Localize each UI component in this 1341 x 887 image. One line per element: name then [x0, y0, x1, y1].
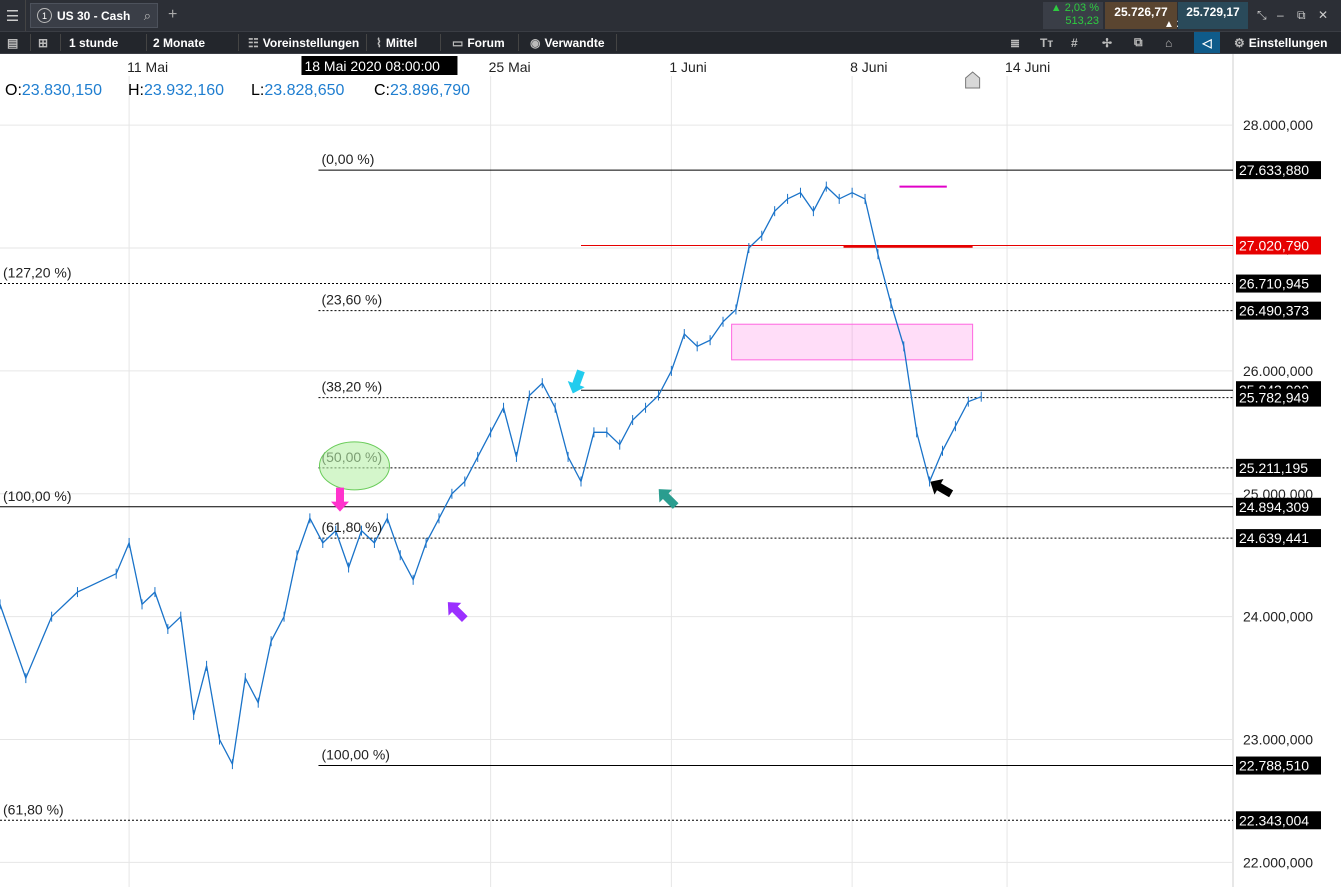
- indicator-button[interactable]: ⌇ Mittel: [376, 32, 417, 53]
- black-arrow: [930, 478, 954, 498]
- grid-icon[interactable]: #: [1071, 32, 1078, 53]
- price-level-label: 24.639,441: [1239, 530, 1309, 546]
- price-chart[interactable]: 11 Mai 25 Mai 1 Juni 8 Juni 14 Juni 22.000,00…: [0, 54, 1341, 887]
- change-absolute: 513,23: [1065, 15, 1099, 27]
- fib-label: (61,80 %): [321, 519, 382, 535]
- windows-icon[interactable]: ⧉: [1134, 32, 1143, 53]
- cyan-arrow: [567, 369, 585, 394]
- teal-arrow: [658, 489, 679, 509]
- ohlc-low: L:23.828,650: [251, 82, 345, 99]
- ohlc-open: O:23.830,150: [5, 82, 102, 99]
- chat-icon: ▭: [452, 35, 464, 50]
- search-icon[interactable]: ⌕: [144, 8, 151, 24]
- teal-arrow-shape: [658, 489, 679, 509]
- settings-button[interactable]: ⚙ Einstellungen: [1234, 32, 1327, 53]
- x-tick-label: 25 Mai: [489, 59, 531, 75]
- price-level-label: 24.894,309: [1239, 499, 1309, 515]
- y-tick-label: 26.000,000: [1243, 363, 1313, 379]
- fib-label: (127,20 %): [3, 265, 71, 281]
- ohlc-high: H:23.932,160: [128, 82, 225, 99]
- range-selector[interactable]: 2 Monate: [153, 32, 205, 53]
- magenta-arrow: [330, 487, 349, 512]
- close-icon[interactable]: ✕: [1318, 8, 1328, 22]
- chart-toolbar: ▤ ⊞ 1 stunde 2 Monate ☷ Voreinstellungen …: [0, 31, 1341, 54]
- detach-icon[interactable]: ⤡: [1257, 8, 1267, 23]
- black-arrow-shape: [930, 478, 954, 498]
- add-tab-icon[interactable]: +: [168, 6, 177, 24]
- y-tick-label: 23.000,000: [1243, 732, 1313, 748]
- purple-arrow: [447, 602, 468, 622]
- fib-label: (61,80 %): [3, 801, 64, 817]
- indicator-add-icon[interactable]: ⌂: [1165, 32, 1172, 53]
- highlight-ellipse: [318, 441, 390, 491]
- y-tick-label: 22.000,000: [1243, 854, 1313, 870]
- resistance-zone: [731, 323, 974, 361]
- popout-icon[interactable]: ⧉: [1297, 8, 1306, 23]
- menu-icon[interactable]: ☰: [0, 0, 26, 31]
- price-level-label: 27.633,880: [1239, 162, 1309, 178]
- x-tick-label: 8 Juni: [850, 59, 887, 75]
- list-icon[interactable]: ≣: [1010, 32, 1020, 53]
- presets-button[interactable]: ☷ Voreinstellungen: [248, 32, 359, 53]
- ohlc-close: C:23.896,790: [374, 82, 471, 99]
- gear-icon: ⚙: [1234, 35, 1245, 50]
- purple-arrow-shape: [447, 602, 468, 622]
- price-level-label: 25.211,195: [1239, 460, 1308, 476]
- x-tick-label: 14 Juni: [1005, 59, 1050, 75]
- crosshair-icon[interactable]: ✢: [1102, 32, 1112, 53]
- x-tick-label: 1 Juni: [669, 59, 706, 75]
- ask-price[interactable]: 25.729,17: [1178, 2, 1248, 29]
- price-level-label: 22.788,510: [1239, 758, 1309, 774]
- cyan-arrow-shape: [567, 369, 585, 394]
- related-button[interactable]: ◉ Verwandte: [530, 32, 605, 53]
- x-tick-label: 11 Mai: [127, 59, 168, 75]
- fib-label: (100,00 %): [321, 747, 389, 763]
- price-level-label: 26.710,945: [1239, 276, 1309, 292]
- change-box: ▲ 2,03 % 513,23: [1043, 2, 1103, 29]
- instrument-tab[interactable]: 1 US 30 - Cash ⌕: [30, 3, 158, 28]
- panel-icon[interactable]: ▤: [7, 32, 18, 53]
- crosshair-date-label: 18 Mai 2020 08:00:00: [304, 58, 440, 74]
- draw-tool-icon[interactable]: ◁: [1194, 32, 1220, 53]
- fib-label: (0,00 %): [321, 151, 374, 167]
- price-level-label: 25.782,949: [1239, 390, 1309, 406]
- minimize-icon[interactable]: –: [1277, 8, 1284, 22]
- fib-label: (38,20 %): [321, 379, 382, 395]
- price-level-label: 22.343,004: [1239, 812, 1309, 828]
- price-level-label: 26.490,373: [1239, 303, 1309, 319]
- tab-number: 1: [37, 8, 52, 23]
- interval-selector[interactable]: 1 stunde: [69, 32, 118, 53]
- indicator-icon: ⌇: [376, 35, 382, 50]
- layout-icon[interactable]: ⊞: [38, 32, 48, 53]
- eye-icon: ◉: [530, 35, 541, 50]
- y-tick-label: 24.000,000: [1243, 609, 1313, 625]
- tab-title: US 30 - Cash: [57, 8, 131, 23]
- fib-label: (100,00 %): [3, 488, 71, 504]
- price-level-label: 27.020,790: [1239, 237, 1309, 253]
- text-size-icon[interactable]: Tт: [1040, 32, 1053, 53]
- top-bar: ☰ 1 US 30 - Cash ⌕ + ▲ 2,03 % 513,23 25.…: [0, 0, 1341, 31]
- y-tick-label: 28.000,000: [1243, 117, 1313, 133]
- presets-icon: ☷: [248, 35, 259, 50]
- fib-label: (23,60 %): [321, 292, 382, 308]
- forum-button[interactable]: ▭ Forum: [452, 32, 505, 53]
- change-percent: ▲ 2,03 %: [1050, 2, 1099, 14]
- magenta-arrow-shape: [330, 487, 349, 512]
